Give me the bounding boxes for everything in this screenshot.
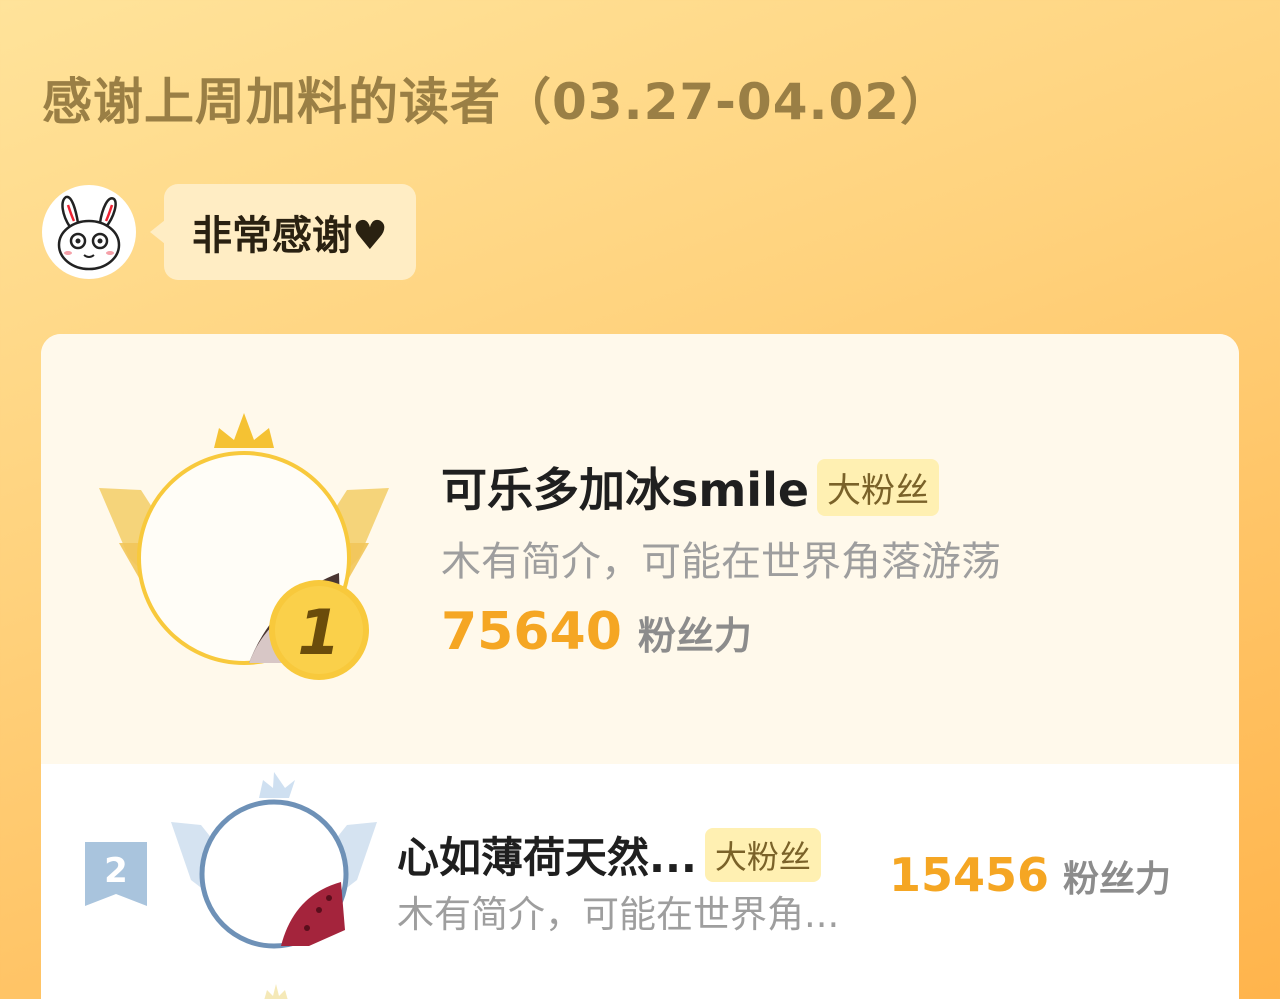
gold-crown-wings-frame-icon: 1 <box>99 413 389 680</box>
reader-name-row: 可乐多加冰smile 大粉丝 <box>441 454 940 520</box>
fan-power-stat: 75640 粉丝力 <box>441 602 752 662</box>
rabbit-avatar-icon <box>57 195 121 271</box>
fan-level-badge: 大粉丝 <box>704 827 821 882</box>
page-title: 感谢上周加料的读者（03.27-04.02） <box>42 73 952 131</box>
fan-power-score: 75640 <box>441 602 622 662</box>
reader-name[interactable]: 心如薄荷天然... <box>397 824 697 885</box>
rank-2-ribbon-icon: 2 <box>85 842 147 906</box>
fan-power-unit: 粉丝力 <box>1063 859 1172 900</box>
reader-name-row: 心如薄荷天然... 大粉丝 <box>397 824 821 885</box>
reader-name[interactable]: 可乐多加冰smile <box>441 454 809 520</box>
mascot-avatar <box>42 185 136 279</box>
fan-power-stat: 15456 粉丝力 <box>889 848 1171 902</box>
fan-power-score: 15456 <box>889 848 1050 902</box>
speech-bubble: 非常感谢♥ <box>150 184 416 280</box>
fan-level-badge: 大粉丝 <box>817 458 940 516</box>
reader-bio: 木有简介，可能在世界角... <box>397 893 840 936</box>
silver-crown-wings-frame-icon <box>171 772 377 949</box>
svg-text:1: 1 <box>297 596 340 669</box>
fan-power-unit: 粉丝力 <box>637 614 752 658</box>
leaderboard-panel: 1 可乐多加冰smile 大粉丝 木有简介，可能在世界角落游荡 75640 粉丝… <box>41 334 1239 999</box>
leaderboard-item-1[interactable]: 1 可乐多加冰smile 大粉丝 木有简介，可能在世界角落游荡 75640 粉丝… <box>41 334 1239 764</box>
reader-bio: 木有简介，可能在世界角落游荡 <box>441 539 1001 585</box>
crown-icon <box>264 984 288 999</box>
svg-text:2: 2 <box>104 851 128 891</box>
